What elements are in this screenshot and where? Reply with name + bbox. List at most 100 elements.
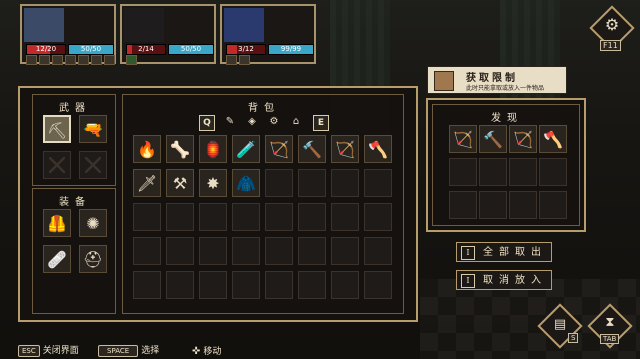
quick-slot[interactable] [239,55,250,65]
backpack-slot[interactable]: ⚒ [166,169,194,197]
discover-slot[interactable]: 🔨 [479,125,507,153]
discover-slot[interactable] [479,191,507,219]
backpack-slot[interactable] [364,271,392,299]
backpack-slot[interactable] [364,169,392,197]
discover-slot[interactable] [539,191,567,219]
backpack-slot[interactable]: 🏹 [331,135,359,163]
tab-icon-2[interactable]: ◈ [245,115,259,129]
quick-slot[interactable] [104,55,115,65]
weapon-slot-4[interactable] [79,151,107,179]
backpack-slot[interactable] [298,271,326,299]
discover-slot[interactable] [539,158,567,186]
equip-slot-boots[interactable]: 🩹 [43,245,71,273]
spike-icon: ✸ [206,174,220,193]
tab-icon-1[interactable]: ✎ [223,115,237,129]
backpack-slot[interactable] [133,237,161,265]
quick-slot[interactable] [65,55,76,65]
equip-slot-accessory[interactable]: ✺ [79,209,107,237]
prev-tab-key[interactable]: Q [199,115,215,131]
discover-slot[interactable]: 🪓 [539,125,567,153]
discover-slot[interactable] [509,158,537,186]
backpack-slot[interactable]: 🗡 [133,169,161,197]
tab-icon-4[interactable]: ⌂ [289,115,303,129]
backpack-slot[interactable]: 🔥 [133,135,161,163]
discover-slot[interactable] [509,191,537,219]
quick-slot[interactable] [39,55,50,65]
backpack-slot[interactable]: 🏹 [265,135,293,163]
portrait-1 [24,8,64,42]
backpack-slot[interactable] [232,237,260,265]
discover-slot[interactable]: 🏹 [449,125,477,153]
backpack-slot[interactable] [232,203,260,231]
hp-bar-2: 2/14 [126,44,166,55]
take-all-label: 全部取出 [483,247,547,258]
backpack-slot[interactable] [133,271,161,299]
backpack-slot[interactable]: 🦴 [166,135,194,163]
quick-slots-3 [226,55,250,65]
backpack-slot[interactable] [199,237,227,265]
backpack-slot[interactable]: 🔨 [298,135,326,163]
axe-icon: 🪓 [543,130,563,149]
quick-slot[interactable] [78,55,89,65]
backpack-slot[interactable] [265,203,293,231]
bow-icon: 🏹 [269,140,289,159]
backpack-slot[interactable] [298,169,326,197]
backpack-slot[interactable] [331,271,359,299]
quick-slot[interactable] [26,55,37,65]
discover-title: 发现 [491,113,523,124]
backpack-slot[interactable] [133,203,161,231]
discover-slot[interactable] [449,158,477,186]
quick-slot[interactable] [91,55,102,65]
pickaxe-icon: ⚒ [172,174,188,193]
backpack-slot[interactable] [199,203,227,231]
backpack-slot[interactable]: 🧥 [232,169,260,197]
equip-slot-armor[interactable]: 🦺 [43,209,71,237]
quick-slot[interactable] [52,55,63,65]
backpack-slot[interactable] [331,237,359,265]
take-all-button[interactable]: I 全部取出 [456,242,552,262]
backpack-slot[interactable] [298,237,326,265]
backpack-slot[interactable] [265,237,293,265]
backpack-slot[interactable] [166,203,194,231]
backpack-slot[interactable] [331,203,359,231]
weapon-slot-3[interactable] [43,151,71,179]
backpack-slot[interactable] [232,271,260,299]
backpack-slot[interactable]: ✸ [199,169,227,197]
quick-slots-2 [126,55,137,65]
tab-icon-3[interactable]: ⚙ [267,115,281,129]
backpack-slot[interactable] [331,169,359,197]
backpack-slot[interactable] [166,271,194,299]
dpad-icon: ✜ [192,346,201,357]
backpack-grid: 🔥 🦴 🏮 🧪 🏹 🔨 🏹 🪓 🗡 ⚒ ✸ 🧥 [133,135,397,303]
backpack-slot[interactable]: 🏮 [199,135,227,163]
torch-icon: 🔥 [137,140,157,159]
backpack-slot[interactable]: 🧪 [232,135,260,163]
quick-slot[interactable] [126,55,137,65]
next-tab-key[interactable]: E [313,115,329,131]
party-member-3[interactable]: 3/12 99/99 [220,4,316,65]
backpack-slot[interactable] [298,203,326,231]
backpack-slot[interactable] [166,237,194,265]
discover-slot[interactable] [449,191,477,219]
backpack-slot[interactable] [265,271,293,299]
space-label: 选择 [141,346,160,356]
backpack-slot[interactable] [265,169,293,197]
discover-slot[interactable]: 🏹 [509,125,537,153]
mp-bar-1: 50/50 [68,44,114,55]
backpack-slot[interactable]: 🪓 [364,135,392,163]
weapon-slot-1[interactable]: ⛏ [43,115,71,143]
party-member-2[interactable]: 2/14 50/50 [120,4,216,65]
cancel-put-label: 取消放入 [483,275,547,286]
weapons-panel: 武器 ⛏ 🔫 [32,94,116,186]
backpack-slot[interactable] [364,237,392,265]
backpack-slot[interactable] [199,271,227,299]
cancel-put-button[interactable]: I 取消放入 [456,270,552,290]
discover-slot[interactable] [479,158,507,186]
quick-slot[interactable] [226,55,237,65]
backpack-slot[interactable] [364,203,392,231]
weapon-slot-2[interactable]: 🔫 [79,115,107,143]
equip-slot-helmet[interactable]: ⛑ [79,245,107,273]
inventory-panel: 武器 ⛏ 🔫 装备 🦺 ✺ 🩹 ⛑ 背包 Q ✎ ◈ ⚙ ⌂ E 🔥 🦴 🏮 🧪 🏹 🔨 🏹… [18,86,418,322]
tooltip-desc: 此时只能拿取或放入一件物品 [466,85,545,92]
party-member-1[interactable]: 12/20 50/50 [20,4,116,65]
